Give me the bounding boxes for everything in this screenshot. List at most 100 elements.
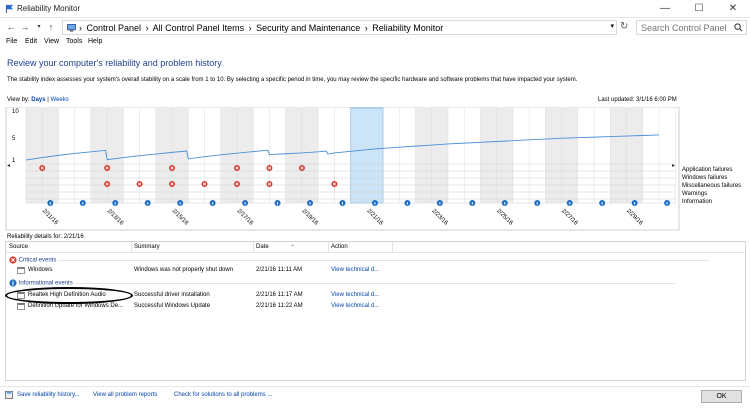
- menu-edit[interactable]: Edit: [25, 38, 37, 45]
- view-by-label: View by:: [7, 97, 30, 103]
- row-date: 2/21/16 11:11 AM: [256, 267, 303, 273]
- breadcrumb-reliability[interactable]: Reliability Monitor: [372, 23, 443, 33]
- table-row[interactable]: Definition Update for Windows De... Succ…: [6, 302, 745, 311]
- address-bar: ← → ▾ ↑ › Control Panel › All Control Pa…: [0, 18, 750, 37]
- flag-icon: [5, 4, 14, 13]
- window-title: Reliability Monitor: [17, 4, 81, 13]
- view-by-weeks-link[interactable]: Weeks: [51, 97, 69, 103]
- view-technical-details-link[interactable]: View technical d...: [331, 292, 379, 298]
- row-date: 2/21/16 11:22 AM: [256, 303, 303, 309]
- info-event-i: [569, 202, 571, 205]
- view-technical-details-link[interactable]: View technical d...: [331, 267, 379, 273]
- breadcrumb-all-items[interactable]: All Control Panel Items: [153, 23, 245, 33]
- search-box[interactable]: [636, 20, 747, 35]
- info-event-i: [147, 202, 149, 205]
- table-row[interactable]: Windows Windows was not properly shut do…: [6, 266, 745, 275]
- sort-caret-icon: ⌃: [290, 245, 296, 251]
- info-event-i: [471, 202, 473, 205]
- view-by-separator: |: [47, 97, 49, 103]
- info-event-i: [179, 202, 181, 205]
- address-box[interactable]: › Control Panel › All Control Panel Item…: [62, 20, 617, 35]
- info-event-i: [82, 202, 84, 205]
- app-icon: [17, 303, 25, 310]
- info-event-i: [601, 202, 603, 205]
- row-summary: Windows was not properly shut down: [134, 267, 234, 273]
- info-event-i: [309, 202, 311, 205]
- informational-events-group[interactable]: Informational events: [9, 279, 676, 287]
- view-by-selector: View by: Days | Weeks: [7, 97, 69, 103]
- column-summary[interactable]: Summary: [134, 244, 160, 250]
- info-icon: [9, 279, 17, 287]
- save-icon: [5, 391, 13, 399]
- info-event-i: [244, 202, 246, 205]
- info-event-i: [634, 202, 636, 205]
- info-event-i: [212, 202, 214, 205]
- refresh-icon[interactable]: ↻: [620, 21, 628, 32]
- ok-button[interactable]: OK: [701, 390, 742, 403]
- forward-button[interactable]: →: [19, 21, 31, 34]
- critical-events-label: Critical events: [18, 257, 57, 264]
- info-event-i: [374, 202, 376, 205]
- app-icon: [17, 267, 25, 274]
- info-event-i: [277, 202, 279, 205]
- close-button[interactable]: ✕: [716, 0, 750, 18]
- critical-icon: [9, 256, 17, 264]
- row-summary: Successful driver installation: [134, 292, 210, 298]
- save-history-link[interactable]: Save reliability history...: [17, 392, 80, 398]
- critical-events-group[interactable]: Critical events: [9, 256, 710, 264]
- menu-view[interactable]: View: [44, 38, 59, 45]
- row-source: Windows: [28, 267, 53, 273]
- details-label: Reliability details for: 2/21/16: [7, 234, 84, 240]
- view-by-days-link[interactable]: Days: [31, 97, 45, 103]
- breadcrumb-control-panel[interactable]: Control Panel: [87, 23, 142, 33]
- view-technical-details-link[interactable]: View technical d...: [331, 303, 379, 309]
- row-label-application: Application failures: [682, 167, 733, 173]
- address-dropdown-icon[interactable]: ▾: [610, 22, 614, 30]
- column-source[interactable]: Source: [9, 244, 28, 250]
- reliability-chart[interactable]: 10 5 1 2/11/16 2/13/16 2/15/16 2/17/16 2/19/16 2…: [0, 107, 750, 233]
- row-date: 2/21/16 11:17 AM: [256, 292, 303, 298]
- breadcrumb: › Control Panel › All Control Panel Item…: [79, 23, 444, 33]
- maximize-button[interactable]: ☐: [682, 0, 716, 18]
- column-date[interactable]: Date: [256, 244, 269, 250]
- info-event-i: [439, 202, 441, 205]
- search-input[interactable]: [637, 21, 727, 34]
- table-header: ⌃ Source Summary Date Action: [6, 242, 745, 253]
- highlight-ellipse: [5, 287, 133, 304]
- column-action[interactable]: Action: [331, 244, 348, 250]
- page-title: Review your computer's reliability and p…: [7, 58, 222, 68]
- row-label-misc: Miscellaneous failures: [682, 183, 742, 189]
- reliability-chart-svg[interactable]: 10512/11/16 2/13/16 2/15/16 2/17/16 2/19/16 2…: [0, 107, 750, 233]
- recent-locations-button[interactable]: ▾: [33, 21, 45, 34]
- info-event-i: [49, 202, 51, 205]
- menu-help[interactable]: Help: [88, 38, 102, 45]
- info-event-i: [536, 202, 538, 205]
- minimize-button[interactable]: —: [648, 0, 682, 18]
- scroll-left-arrow: ◂: [7, 163, 10, 169]
- view-all-problem-reports-link[interactable]: View all problem reports: [93, 392, 157, 398]
- back-button[interactable]: ←: [5, 21, 17, 34]
- info-event-i: [114, 202, 116, 205]
- info-event-i: [666, 202, 668, 205]
- check-for-solutions-link[interactable]: Check for solutions to all problems ...: [174, 392, 272, 398]
- menu-file[interactable]: File: [6, 38, 17, 45]
- y-tick-label: 10: [12, 109, 19, 115]
- menu-bar: File Edit View Tools Help: [0, 38, 750, 50]
- footer: Save reliability history... View all pro…: [0, 386, 750, 408]
- row-label-information: Information: [682, 199, 713, 205]
- breadcrumb-security[interactable]: Security and Maintenance: [256, 23, 360, 33]
- title-bar: Reliability Monitor — ☐ ✕: [0, 0, 750, 18]
- info-event-i: [406, 202, 408, 205]
- row-label-warnings: Warnings: [682, 191, 708, 197]
- details-table: ⌃ Source Summary Date Action Critical ev…: [5, 241, 746, 381]
- up-button[interactable]: ↑: [45, 21, 57, 34]
- row-summary: Successful Windows Update: [134, 303, 211, 309]
- control-panel-icon: [67, 24, 76, 32]
- informational-events-label: Informational events: [18, 280, 73, 287]
- menu-tools[interactable]: Tools: [66, 38, 82, 45]
- page-description: The stability index assesses your system…: [7, 77, 578, 83]
- row-label-windows: Windows failures: [682, 175, 728, 181]
- info-event-i: [341, 202, 343, 205]
- last-updated: Last updated: 3/1/16 6:00 PM: [598, 97, 677, 103]
- search-icon[interactable]: [734, 23, 743, 32]
